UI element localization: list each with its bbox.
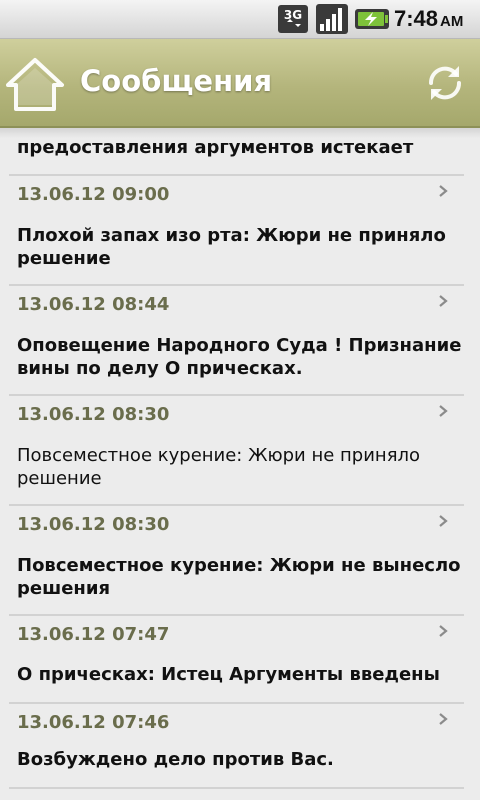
chevron-right-icon xyxy=(439,713,448,725)
chevron-right-icon xyxy=(439,185,448,197)
page-title: Сообщения xyxy=(80,64,273,98)
network-type-label: 3G xyxy=(284,8,302,22)
signal-strength-icon xyxy=(316,4,348,34)
message-text: Повсеместное курение: Жюри не вынесло ре… xyxy=(17,555,461,599)
home-icon[interactable] xyxy=(4,55,66,113)
app-header: Сообщения xyxy=(0,39,480,128)
message-text: Плохой запах изо рта: Жюри не приняло ре… xyxy=(17,225,446,269)
chevron-right-icon xyxy=(439,405,448,417)
clock-ampm: AM xyxy=(440,13,464,30)
message-date: 13.06.12 07:46 xyxy=(17,712,170,733)
message-item[interactable]: 13.06.12 07:47 О прическах: Истец Аргуме… xyxy=(0,616,480,702)
chevron-right-icon xyxy=(439,625,448,637)
status-bar: 3G 7:48 AM xyxy=(0,0,480,39)
list-top-shadow xyxy=(0,128,480,138)
message-date: 13.06.12 07:47 xyxy=(17,624,170,645)
message-item[interactable]: 13.06.12 08:44 Оповещение Народного Суда… xyxy=(0,286,480,394)
chevron-right-icon xyxy=(439,515,448,527)
message-item[interactable]: 13.06.12 08:30 Повсеместное курение: Жюр… xyxy=(0,506,480,614)
message-date: 13.06.12 08:30 xyxy=(17,514,170,535)
clock-time: 7:48 xyxy=(394,6,439,31)
clock: 7:48 AM xyxy=(394,5,463,33)
message-date: 13.06.12 08:30 xyxy=(17,404,170,425)
3g-network-icon: 3G xyxy=(278,5,308,33)
message-date: 13.06.12 08:44 xyxy=(17,294,170,315)
message-text: О прическах: Истец Аргументы введены xyxy=(17,664,440,685)
message-text: Оповещение Народного Суда ! Признание ви… xyxy=(17,335,462,379)
list-divider xyxy=(9,787,464,789)
message-date: 13.06.12 09:00 xyxy=(17,184,170,205)
refresh-icon[interactable] xyxy=(423,61,467,105)
battery-charging-icon xyxy=(355,9,389,29)
message-item[interactable]: 13.06.12 09:00 Плохой запах изо рта: Жюр… xyxy=(0,176,480,284)
message-list[interactable]: предоставления аргументов истекает 13.06… xyxy=(0,128,480,800)
chevron-right-icon xyxy=(439,295,448,307)
message-text: предоставления аргументов истекает xyxy=(17,137,414,158)
message-text: Повсеместное курение: Жюри не приняло ре… xyxy=(17,445,421,489)
message-text: Возбуждено дело против Вас. xyxy=(17,749,334,770)
message-item[interactable]: 13.06.12 08:30 Повсеместное курение: Жюр… xyxy=(0,396,480,504)
message-item[interactable]: 13.06.12 07:46 Возбуждено дело против Ва… xyxy=(0,704,480,790)
